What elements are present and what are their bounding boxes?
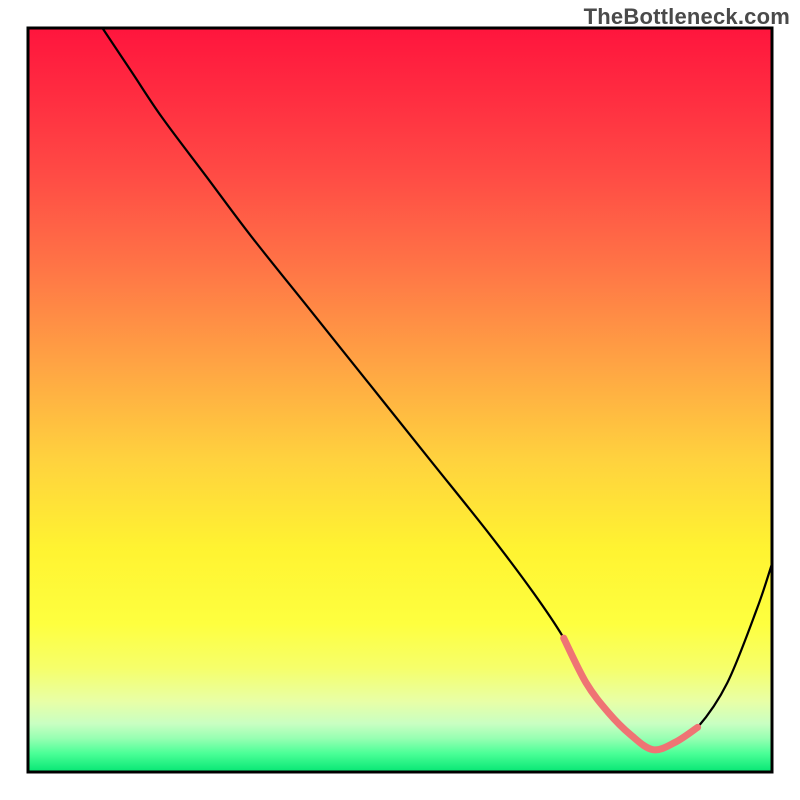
plot-area — [28, 28, 772, 772]
watermark-text: TheBottleneck.com — [584, 4, 790, 30]
bottleneck-chart — [0, 0, 800, 800]
gradient-background — [28, 28, 772, 772]
chart-container: TheBottleneck.com — [0, 0, 800, 800]
